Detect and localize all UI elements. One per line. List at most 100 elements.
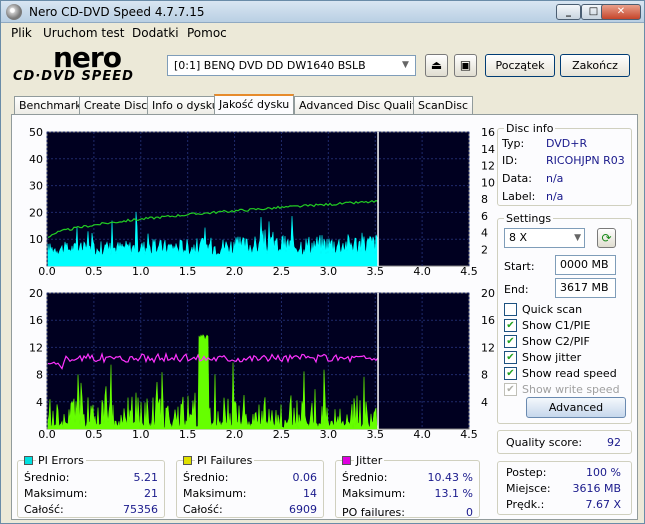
po-failures-label: PO failures:	[342, 506, 405, 519]
disc-date-value: n/a	[546, 172, 564, 185]
tab-create-disc[interactable]: Create Disc	[79, 96, 153, 115]
chart-1-y2-tick: 4	[481, 396, 488, 409]
disc-id-value: RICOHJPN R03	[546, 154, 625, 167]
chart-0-y-tick: 40	[29, 153, 43, 166]
pi-errors-legend-swatch	[24, 456, 33, 465]
chart-0-y2-tick: 14	[481, 143, 495, 156]
save-button[interactable]: ▣	[454, 54, 477, 77]
pi-errors-title: PI Errors	[36, 454, 86, 467]
quality-score-label: Quality score:	[506, 436, 583, 449]
chart-0-y2-tick: 12	[481, 160, 495, 173]
chart-1-x-tick: 4.0	[413, 428, 431, 441]
pi-failures-max-value: 14	[303, 487, 317, 500]
chart-1-y-tick: 8	[36, 369, 43, 382]
chart-1-x-tick: 3.0	[320, 428, 338, 441]
close-button[interactable]: ✕	[601, 4, 641, 20]
speed-label: Prędk.:	[506, 498, 545, 511]
option-label-4: Show read speed	[522, 367, 617, 380]
option-checkbox-1[interactable]: ✔	[504, 319, 517, 332]
quality-charts: 0.0 0.5 1.0 1.5 2.0 2.5 3.0 3.5 4.0 4.5 50 40 30 20 10…	[29, 126, 495, 441]
tab-disc-info[interactable]: Info o dysku	[147, 96, 224, 115]
pi-errors-group: PI Errors Średnio: 5.21 Maksimum: 21 Cał…	[17, 454, 165, 518]
stop-button[interactable]: Zakończ	[560, 54, 630, 77]
speed-select[interactable]: 8 X ▼	[504, 228, 585, 248]
chart-0-x-tick: 2.5	[273, 265, 291, 278]
disc-label-label: Label:	[502, 190, 536, 203]
chart-0-x-tick: 3.5	[366, 265, 384, 278]
chart-1-y2-tick: 12	[481, 341, 495, 354]
chart-0-y-tick: 10	[29, 233, 43, 246]
chart-0-y2-tick: 2	[481, 243, 488, 256]
disc-date-label: Data:	[502, 172, 532, 185]
chart-1-y-tick: 4	[36, 396, 43, 409]
tab-disc-quality[interactable]: Jakość dysku	[214, 94, 295, 116]
chart-1-x-tick: 2.0	[226, 428, 244, 441]
option-checkbox-2[interactable]: ✔	[504, 335, 517, 348]
option-label-1: Show C1/PIE	[522, 319, 591, 332]
pi-failures-group: PI Failures Średnio: 0.06 Maksimum: 14 C…	[176, 454, 324, 518]
chart-0-y2-tick: 10	[481, 176, 495, 189]
option-checkbox-4[interactable]: ✔	[504, 367, 517, 380]
option-checkbox-0[interactable]	[504, 303, 517, 316]
pi-errors-avg-value: 5.21	[133, 471, 159, 484]
chart-1-x-tick: 4.5	[460, 428, 478, 441]
jitter-avg-label: Średnio:	[342, 471, 388, 484]
pi-errors-avg-label: Średnio:	[24, 471, 70, 484]
chart-1-y2-tick: 16	[481, 314, 495, 327]
chart-0-x-tick: 3.0	[320, 265, 338, 278]
menu-dodatki[interactable]: Dodatki	[132, 26, 179, 40]
eject-button[interactable]: ⏏	[425, 54, 448, 77]
chart-1-y-tick: 12	[29, 341, 43, 354]
tab-benchmark[interactable]: Benchmark	[14, 96, 87, 115]
pi-failures-title: PI Failures	[195, 454, 255, 467]
floppy-save-icon: ▣	[459, 58, 472, 72]
jitter-group: Jitter Średnio: 10.43 % Maksimum: 13.1 %…	[335, 454, 480, 519]
chart-0-x-tick: 1.5	[179, 265, 197, 278]
chart-0-x-tick: 1.0	[132, 265, 150, 278]
refresh-speed-button[interactable]: ⟳	[597, 228, 616, 248]
menu-pomoc[interactable]: Pomoc	[187, 26, 227, 40]
pi-errors-total-value: 75356	[123, 503, 158, 516]
pi-errors-total-label: Całość:	[24, 503, 64, 516]
option-checkbox-5: ✔	[504, 383, 517, 396]
chart-1-x-tick: 1.0	[132, 428, 150, 441]
start-input[interactable]: 0000 MB	[555, 255, 616, 275]
start-button[interactable]: Początek	[485, 54, 555, 77]
option-label-2: Show C2/PIF	[522, 335, 590, 348]
tab-scandisc[interactable]: ScanDisc	[413, 96, 474, 115]
title-bar: Nero CD-DVD Speed 4.7.7.15 _ □ ✕	[1, 1, 644, 23]
progress-value: 100 %	[586, 466, 621, 479]
pi-failures-legend-swatch	[183, 456, 192, 465]
chart-1-x-tick: 1.5	[179, 428, 197, 441]
chevron-down-icon: ▼	[402, 60, 409, 70]
menu-uruchom-test[interactable]: Uruchom test	[43, 26, 124, 40]
end-input[interactable]: 3617 MB	[555, 278, 616, 298]
jitter-avg-value: 10.43 %	[427, 471, 473, 484]
chart-1-y2-tick: 8	[481, 369, 488, 382]
jitter-max-label: Maksimum:	[342, 487, 406, 500]
option-label-3: Show jitter	[522, 351, 582, 364]
minimize-button[interactable]: _	[556, 4, 581, 20]
disc-type-value: DVD+R	[546, 137, 588, 150]
chart-0-y-tick: 20	[29, 206, 43, 219]
chart-0-y2-tick: 16	[481, 126, 495, 139]
chart-1-y-tick: 16	[29, 314, 43, 327]
disc-id-label: ID:	[502, 154, 518, 167]
tab-advanced-disc-quality[interactable]: Advanced Disc Quality	[294, 96, 428, 115]
chart-1-x-tick: 0.5	[85, 428, 103, 441]
chart-0-y2-tick: 6	[481, 210, 488, 223]
chart-0-y2-tick: 4	[481, 227, 488, 240]
settings-title: Settings	[504, 212, 554, 225]
advanced-button[interactable]: Advanced	[526, 397, 626, 418]
chart-0-x-tick: 4.0	[413, 265, 431, 278]
quality-score-value: 92	[607, 436, 621, 449]
speed-select-value: 8 X	[509, 231, 528, 244]
drive-select[interactable]: [0:1] BENQ DVD DD DW1640 BSLB ▼	[167, 55, 416, 76]
pi-errors-max-value: 21	[144, 487, 158, 500]
app-window: Nero CD-DVD Speed 4.7.7.15 _ □ ✕ Plik Ur…	[0, 0, 645, 524]
option-checkbox-3[interactable]: ✔	[504, 351, 517, 364]
menu-plik[interactable]: Plik	[11, 26, 32, 40]
settings-group: Settings 8 X ▼ ⟳ Start: 0000 MB End: 361…	[497, 212, 632, 424]
app-disc-icon	[6, 4, 22, 20]
chart-0-y-tick: 30	[29, 180, 43, 193]
